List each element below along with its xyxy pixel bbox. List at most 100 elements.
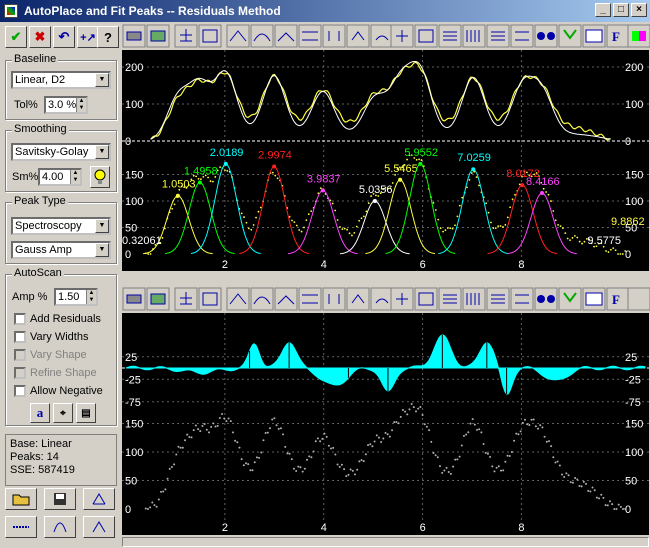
- spin-updown-icon[interactable]: ▲ ▼: [86, 290, 96, 304]
- data-point: [404, 410, 407, 413]
- data-point: [460, 444, 463, 447]
- peak-triangle-icon[interactable]: [83, 516, 115, 538]
- vary-widths-checkbox[interactable]: Vary Widths: [14, 331, 88, 343]
- data-point: [177, 445, 180, 448]
- data-point: [173, 463, 176, 466]
- y-tick-label: 150: [125, 170, 143, 182]
- data-point: [478, 428, 481, 431]
- report-icon[interactable]: ▤: [76, 403, 96, 423]
- close-button[interactable]: ×: [631, 3, 647, 17]
- cancel-x-icon[interactable]: ✖: [29, 26, 51, 48]
- residuals-plot[interactable]: 25 25 -25 -25 -75 -75 150 150 100 100 50 50 0 0 2 4 6 8: [122, 313, 649, 535]
- data-point: [470, 172, 473, 174]
- fit-plot[interactable]: 200 200 100 100 0 0 150 150 100 100 50 50 0 0 2 4 6 8 1.05…: [122, 50, 649, 271]
- data-point: [550, 445, 553, 448]
- data-point: [236, 441, 239, 444]
- y-tick-label: -75: [625, 397, 641, 409]
- open-folder-icon[interactable]: [5, 488, 37, 510]
- spin-updown-icon[interactable]: ▲ ▼: [70, 170, 80, 184]
- data-point: [564, 232, 567, 235]
- data-point: [349, 468, 352, 471]
- data-point: [511, 198, 514, 201]
- minimize-button[interactable]: _: [595, 3, 611, 17]
- peak-label: 7.0259: [457, 152, 491, 164]
- data-point: [160, 490, 163, 493]
- maximize-button[interactable]: □: [613, 3, 629, 17]
- data-point: [216, 424, 219, 427]
- peak-spot-icon[interactable]: ⌖: [53, 403, 73, 423]
- data-point: [606, 504, 609, 507]
- data-point: [415, 158, 418, 161]
- data-point: [203, 423, 206, 426]
- data-point: [262, 439, 265, 442]
- data-point: [247, 463, 250, 466]
- data-point: [447, 471, 450, 474]
- top-toolbar-icons[interactable]: F: [120, 22, 650, 50]
- y-tick-label: 0: [125, 504, 131, 516]
- data-point: [226, 169, 229, 172]
- accept-check-icon[interactable]: ✔: [5, 26, 27, 48]
- residuals-plot-svg[interactable]: 25 25 -25 -25 -75 -75 150 150 100 100 50 50 0 0 2 4 6 8: [122, 313, 649, 535]
- data-point: [188, 436, 191, 439]
- data-point: [569, 481, 572, 484]
- data-point: [341, 228, 344, 231]
- data-point: [430, 440, 433, 443]
- data-point: [293, 221, 296, 224]
- lightbulb-icon[interactable]: [90, 166, 110, 188]
- add-residuals-checkbox[interactable]: Add Residuals: [14, 313, 101, 325]
- amp-input[interactable]: 1.50 ▲ ▼: [54, 288, 98, 306]
- data-point: [406, 413, 409, 416]
- data-point: [162, 490, 165, 493]
- data-point: [211, 180, 214, 183]
- sm-label: Sm%: [12, 171, 39, 183]
- baseline-method-select[interactable]: Linear, D2 ▼: [11, 71, 111, 89]
- fit-plot-svg[interactable]: 200 200100 1000 0150 150100 10050 500 02 4 6 81.05…: [122, 50, 649, 271]
- data-point: [277, 427, 280, 430]
- refine-shape-checkbox: Refine Shape: [14, 367, 97, 379]
- data-point: [325, 435, 328, 438]
- data-point: [443, 469, 446, 472]
- peak-shape-icon[interactable]: [44, 516, 76, 538]
- peak-label: 2.0189: [210, 147, 244, 159]
- left-panel: ✔ ✖ ↶ +↗ ? Baseline Linear, D2 ▼ Tol% 3.…: [0, 22, 120, 548]
- allow-negative-checkbox[interactable]: Allow Negative: [14, 385, 103, 397]
- data-point: [173, 203, 176, 206]
- peak-component: [340, 200, 410, 255]
- spin-updown-icon[interactable]: ▲ ▼: [76, 98, 86, 112]
- peak-component: [487, 184, 558, 255]
- data-point: [306, 458, 309, 461]
- data-point: [336, 463, 339, 466]
- svg-text:F: F: [612, 292, 620, 307]
- data-point: [351, 469, 354, 472]
- data-point: [589, 490, 592, 493]
- baseline-dots-icon[interactable]: [5, 516, 37, 538]
- data-point: [478, 184, 480, 187]
- bottom-toolbar-icons[interactable]: F: [120, 285, 650, 313]
- data-point: [231, 431, 234, 434]
- data-point: [607, 251, 610, 253]
- peak-function-select[interactable]: Gauss Amp ▼: [11, 241, 111, 259]
- peak-category-select[interactable]: Spectroscopy ▼: [11, 217, 111, 235]
- peak-component: [438, 168, 509, 254]
- data-point: [442, 230, 444, 233]
- data-point: [552, 456, 555, 459]
- data-point: [547, 193, 550, 196]
- export-peak-icon[interactable]: [83, 488, 115, 510]
- data-point: [452, 465, 455, 468]
- tol-input[interactable]: 3.0 % ▲ ▼: [44, 96, 88, 114]
- data-point: [268, 427, 271, 430]
- undo-icon[interactable]: ↶: [53, 26, 75, 48]
- save-disk-icon[interactable]: [44, 488, 76, 510]
- add-peak-icon[interactable]: +↗: [77, 26, 99, 48]
- smoothing-method-select[interactable]: Savitsky-Golay ▼: [11, 143, 111, 161]
- data-point: [247, 227, 250, 230]
- data-point: [274, 174, 277, 177]
- sm-input[interactable]: 4.00 ▲ ▼: [38, 168, 82, 186]
- data-point: [308, 455, 311, 458]
- data-point: [355, 225, 358, 228]
- auto-a-icon[interactable]: a: [30, 403, 50, 423]
- data-point: [351, 234, 353, 237]
- data-point: [319, 440, 322, 443]
- help-icon[interactable]: ?: [97, 26, 119, 48]
- data-point: [558, 464, 561, 467]
